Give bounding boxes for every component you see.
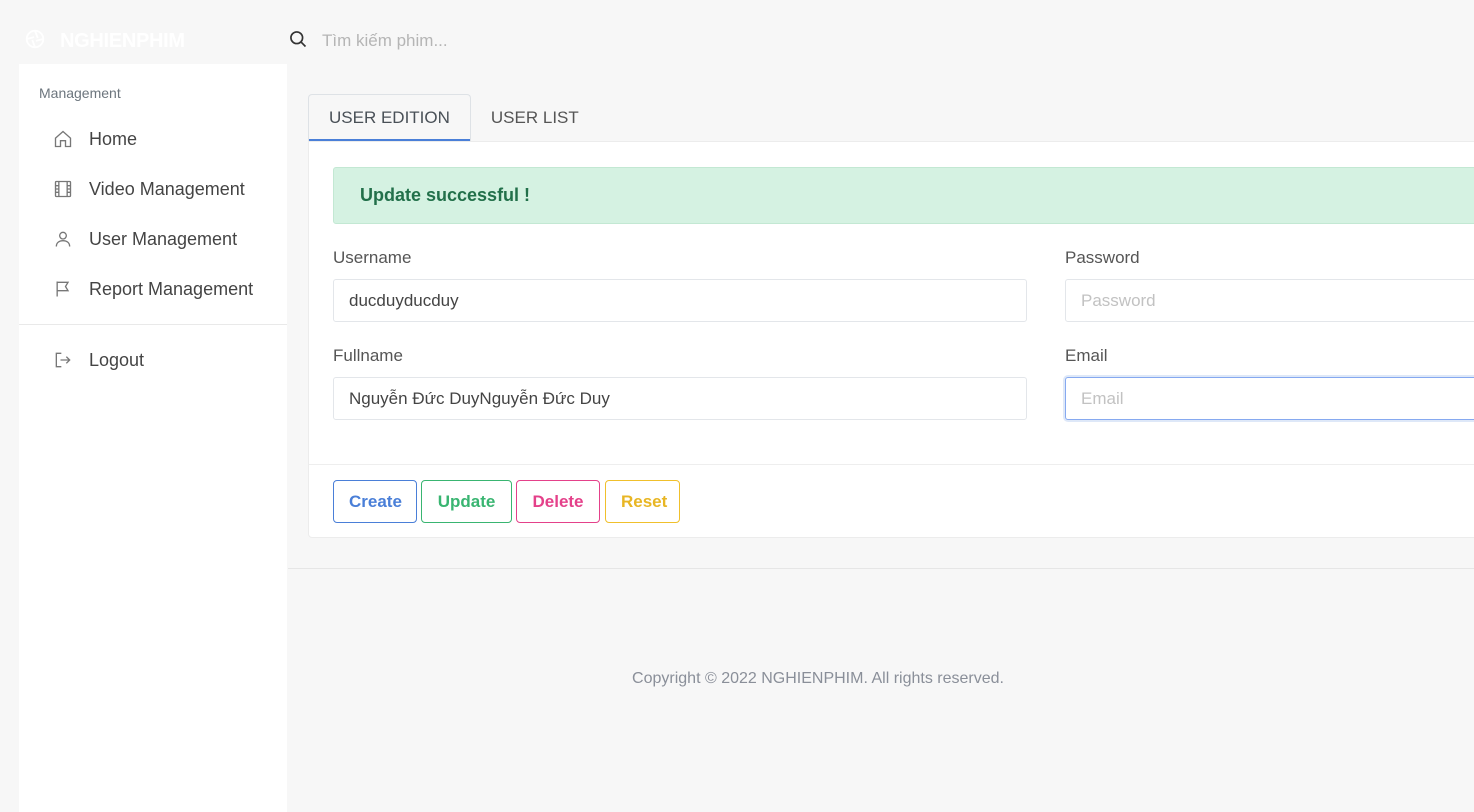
search-bar <box>288 29 722 53</box>
flag-icon <box>53 279 73 299</box>
password-field[interactable] <box>1065 279 1474 322</box>
sidebar-item-logout[interactable]: Logout <box>53 345 144 375</box>
fullname-label: Fullname <box>333 346 403 365</box>
create-button[interactable]: Create <box>333 480 417 523</box>
sidebar-item-label: Video Management <box>89 178 245 199</box>
card-divider <box>309 464 1474 465</box>
home-icon <box>53 129 73 149</box>
logout-label: Logout <box>89 349 145 370</box>
reset-button[interactable]: Reset <box>605 480 680 523</box>
search-icon[interactable] <box>288 29 308 54</box>
sidebar-item-report-management[interactable]: Report Management <box>53 274 253 304</box>
top-bar: NGHIENPHIM <box>0 0 1474 64</box>
brand-name: NGHIENPHIM <box>60 29 185 52</box>
sidebar-item-label: Report Management <box>89 278 254 299</box>
film-icon <box>53 179 73 199</box>
tab-bar: USER EDITION USER LIST <box>308 94 599 142</box>
user-edition-card: Update successful ! Username Password Fu… <box>308 141 1474 538</box>
sidebar-item-user-management[interactable]: User Management <box>53 224 237 254</box>
sidebar: Management Home Video Management User Ma… <box>19 64 287 812</box>
delete-button[interactable]: Delete <box>516 480 600 523</box>
search-input[interactable] <box>322 31 722 51</box>
update-button[interactable]: Update <box>421 480 512 523</box>
user-icon <box>53 229 73 249</box>
password-label: Password <box>1065 248 1140 267</box>
sidebar-item-label: User Management <box>89 228 238 249</box>
footer-copyright: Copyright © 2022 NGHIENPHIM. All rights … <box>632 670 1004 687</box>
sidebar-item-video-management[interactable]: Video Management <box>53 174 245 204</box>
aperture-icon <box>24 28 46 55</box>
tab-user-edition[interactable]: USER EDITION <box>308 94 471 141</box>
email-label: Email <box>1065 346 1108 365</box>
email-field[interactable] <box>1065 377 1474 420</box>
sidebar-heading: Management <box>39 85 121 101</box>
tab-user-list[interactable]: USER LIST <box>471 94 599 141</box>
logout-icon <box>53 350 73 370</box>
username-label: Username <box>333 248 412 267</box>
username-field[interactable] <box>333 279 1027 322</box>
brand[interactable]: NGHIENPHIM <box>24 28 185 54</box>
success-alert: Update successful ! <box>333 167 1474 224</box>
footer-divider <box>288 568 1474 569</box>
fullname-field[interactable] <box>333 377 1027 420</box>
sidebar-item-label: Home <box>89 128 138 149</box>
sidebar-item-home[interactable]: Home <box>53 124 137 154</box>
sidebar-divider <box>19 324 287 325</box>
